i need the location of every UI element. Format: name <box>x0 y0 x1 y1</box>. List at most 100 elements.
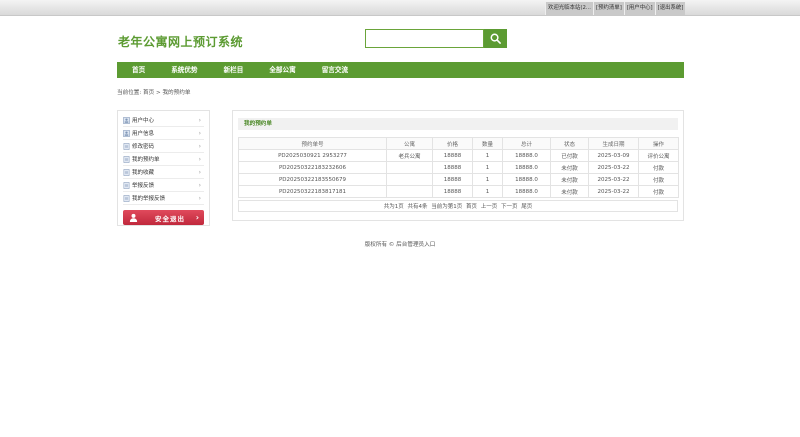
search-button[interactable] <box>484 29 507 48</box>
sidebar-item-user-center[interactable]: 用户中心 › <box>123 114 204 127</box>
sidebar-item-user-info[interactable]: 用户信息 › <box>123 127 204 140</box>
column-header: 数量 <box>472 137 503 150</box>
reservation-list-link[interactable]: [预约清单] <box>593 2 624 15</box>
column-header: 总计 <box>502 137 551 150</box>
sidebar-item-my-report-feedback[interactable]: 我的举报反馈 › <box>123 192 204 205</box>
chevron-right-icon: › <box>198 142 201 150</box>
created-date: 2025-03-22 <box>588 161 639 174</box>
sidebar-item-label: 修改密码 <box>132 144 155 150</box>
sidebar-item-label: 我的预约单 <box>132 157 160 163</box>
chevron-right-icon: › <box>198 129 201 137</box>
apartment-name <box>386 185 433 198</box>
status: 未付款 <box>550 173 589 186</box>
table-header-row: 预约单号 公寓 价格 数量 总计 状态 生成日期 操作 <box>238 137 679 150</box>
logout-label: 安全退出 <box>155 214 185 223</box>
price: 18888 <box>432 185 473 198</box>
total: 18888.0 <box>502 161 551 174</box>
current-page: 当前为第1页 <box>431 204 463 210</box>
status: 已付款 <box>550 149 589 162</box>
column-header: 操作 <box>638 137 679 150</box>
order-number: PD20250322183550679 <box>238 173 387 186</box>
sidebar-item-label: 用户中心 <box>132 118 155 124</box>
next-page-link[interactable]: 下一页 <box>501 204 518 210</box>
sidebar-item-label: 举报反馈 <box>132 183 155 189</box>
main-content: 我的预约单 预约单号 公寓 价格 数量 总计 状态 生成日期 操作 PD2025… <box>232 110 684 221</box>
chevron-right-icon: › <box>198 116 201 124</box>
price: 18888 <box>432 149 473 162</box>
user-icon <box>123 116 130 124</box>
price: 18888 <box>432 173 473 186</box>
total: 18888.0 <box>502 149 551 162</box>
sidebar-item-label: 我的举报反馈 <box>132 196 166 202</box>
sidebar-item-label: 我的收藏 <box>132 170 155 176</box>
pay-link[interactable]: 付款 <box>638 161 679 174</box>
prev-page-link[interactable]: 上一页 <box>481 204 498 210</box>
last-page-link[interactable]: 尾页 <box>521 204 532 210</box>
table-row: PD2025030921 2953277 老兵公寓 18888 1 18888.… <box>238 149 679 162</box>
user-icon <box>129 213 138 222</box>
created-date: 2025-03-22 <box>588 173 639 186</box>
sidebar-item-my-favorites[interactable]: 我的收藏 › <box>123 166 204 179</box>
column-header: 公寓 <box>386 137 433 150</box>
nav-all-apartments[interactable]: 全部公寓 <box>256 62 308 78</box>
document-icon <box>123 155 130 163</box>
chevron-right-icon: › <box>198 155 201 163</box>
nav-messages[interactable]: 留言交流 <box>309 62 361 78</box>
pay-link[interactable]: 付款 <box>638 173 679 186</box>
price: 18888 <box>432 161 473 174</box>
first-page-link[interactable]: 首页 <box>466 204 477 210</box>
nav-new-section[interactable]: 新栏目 <box>211 62 257 78</box>
nav-home[interactable]: 首页 <box>117 62 158 78</box>
logout-link[interactable]: [退出系统] <box>654 2 686 15</box>
document-icon <box>123 168 130 176</box>
chevron-right-icon: › <box>198 168 201 176</box>
created-date: 2025-03-22 <box>588 185 639 198</box>
order-number: PD2025030921 2953277 <box>238 149 387 162</box>
total-pages: 共为1页 <box>383 204 404 210</box>
order-number: PD20250322183817181 <box>238 185 387 198</box>
quantity: 1 <box>472 161 503 174</box>
search-input[interactable] <box>365 29 484 48</box>
sidebar-item-label: 用户信息 <box>132 131 155 137</box>
section-title: 我的预约单 <box>238 118 678 130</box>
table-row: PD20250322183817181 18888 1 18888.0 未付款 … <box>238 185 679 198</box>
table-row: PD20250322183550679 18888 1 18888.0 未付款 … <box>238 173 679 186</box>
reservations-table: 预约单号 公寓 价格 数量 总计 状态 生成日期 操作 PD2025030921… <box>238 137 679 198</box>
logout-button[interactable]: 安全退出 › <box>123 210 204 225</box>
order-number: PD20250322183232606 <box>238 161 387 174</box>
pagination: 共为1页 共有4条 当前为第1页 首页 上一页 下一页 尾页 <box>238 200 678 212</box>
apartment-name: 老兵公寓 <box>386 149 433 162</box>
document-icon <box>123 194 130 202</box>
top-bar: 欢迎光临本站(2... [预约清单] [用户中心] [退出系统] <box>0 0 800 16</box>
welcome-link[interactable]: 欢迎光临本站(2... <box>545 2 594 15</box>
quantity: 1 <box>472 185 503 198</box>
nav-advantages[interactable]: 系统优势 <box>158 62 210 78</box>
sidebar-item-my-reservations[interactable]: 我的预约单 › <box>123 153 204 166</box>
apartment-name <box>386 161 433 174</box>
user-center-link[interactable]: [用户中心] <box>623 2 655 15</box>
total: 18888.0 <box>502 185 551 198</box>
breadcrumb: 当前位置: 首页 > 我的预约单 <box>117 90 191 96</box>
column-header: 价格 <box>432 137 473 150</box>
sidebar-item-change-password[interactable]: 修改密码 › <box>123 140 204 153</box>
sidebar-item-report-feedback[interactable]: 举报反馈 › <box>123 179 204 192</box>
footer[interactable]: 版权所有 © 后台管理员入口 <box>0 240 800 248</box>
rate-apartment-link[interactable]: 评价公寓 <box>638 149 679 162</box>
total-records: 共有4条 <box>407 204 428 210</box>
user-icon <box>123 129 130 137</box>
table-row: PD20250322183232606 18888 1 18888.0 未付款 … <box>238 161 679 174</box>
chevron-right-icon: › <box>195 213 199 222</box>
site-logo[interactable]: 老年公寓网上预订系统 <box>118 33 243 50</box>
chevron-right-icon: › <box>198 194 201 202</box>
top-links: 欢迎光临本站(2... [预约清单] [用户中心] [退出系统] <box>545 2 686 15</box>
apartment-name <box>386 173 433 186</box>
quantity: 1 <box>472 149 503 162</box>
document-icon <box>123 142 130 150</box>
column-header: 状态 <box>550 137 589 150</box>
created-date: 2025-03-09 <box>588 149 639 162</box>
search-icon <box>490 33 501 44</box>
document-icon <box>123 181 130 189</box>
quantity: 1 <box>472 173 503 186</box>
pay-link[interactable]: 付款 <box>638 185 679 198</box>
column-header: 预约单号 <box>238 137 387 150</box>
